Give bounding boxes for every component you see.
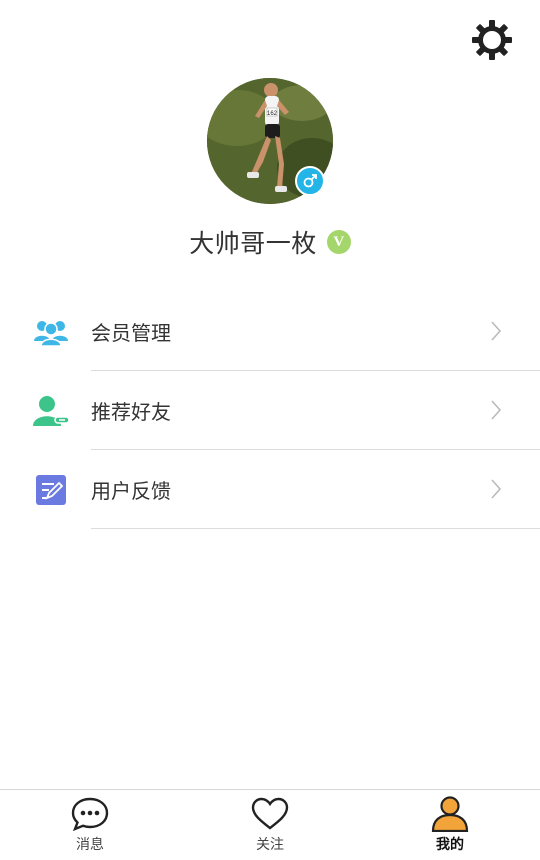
- tab-messages[interactable]: 消息: [0, 790, 180, 860]
- tab-follow[interactable]: 关注: [180, 790, 360, 860]
- menu-item-members[interactable]: 会员管理: [0, 292, 540, 371]
- menu-item-label: 推荐好友: [91, 402, 171, 424]
- chevron-right-icon: [491, 479, 502, 499]
- bottom-tab-bar: 消息 关注 我的: [0, 789, 540, 860]
- username: 大帅哥一枚: [189, 230, 317, 258]
- bib-number: 162: [267, 111, 278, 117]
- person-icon: [431, 796, 469, 832]
- profile-header: 162 大帅哥一枚 V: [0, 78, 540, 260]
- tab-mine[interactable]: 我的: [360, 790, 540, 860]
- chevron-right-icon: [491, 400, 502, 420]
- vip-badge: V: [326, 230, 351, 254]
- tab-label: 关注: [256, 836, 284, 852]
- menu-item-label: 会员管理: [91, 323, 171, 345]
- male-gender-badge: [295, 166, 325, 196]
- name-row: 大帅哥一枚 V: [0, 224, 540, 260]
- male-symbol-icon: [303, 174, 317, 188]
- menu-list: 会员管理 推荐好友 用户反馈: [0, 292, 540, 529]
- members-icon: [33, 314, 69, 350]
- tab-label: 消息: [76, 836, 104, 852]
- settings-button[interactable]: [470, 18, 514, 62]
- chevron-right-icon: [491, 321, 502, 341]
- menu-item-feedback[interactable]: 用户反馈: [0, 450, 540, 529]
- divider: [91, 528, 540, 529]
- tab-label: 我的: [436, 836, 464, 852]
- heart-icon: [251, 796, 289, 832]
- add-friend-icon: [33, 393, 69, 429]
- menu-item-recommend-friend[interactable]: 推荐好友: [0, 371, 540, 450]
- menu-item-label: 用户反馈: [91, 481, 171, 503]
- gear-icon: [472, 20, 512, 60]
- chat-bubble-icon: [71, 796, 109, 832]
- feedback-icon: [33, 472, 69, 508]
- avatar[interactable]: 162: [207, 78, 333, 204]
